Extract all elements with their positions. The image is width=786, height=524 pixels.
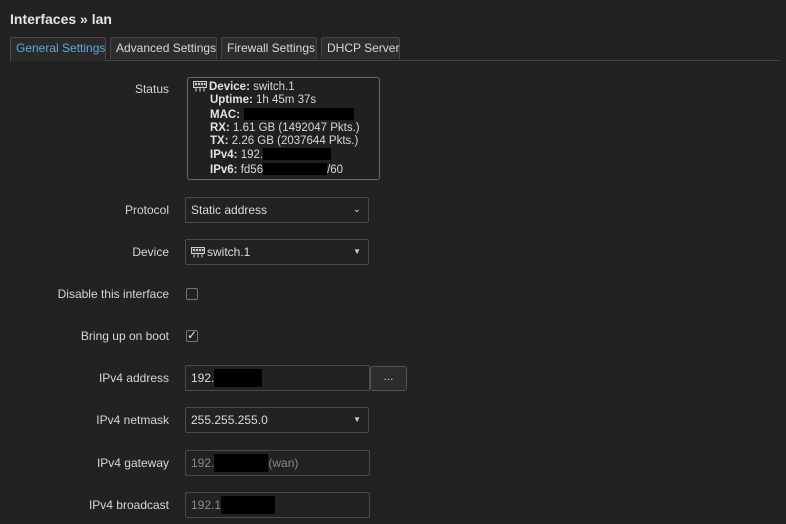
status-ipv6-prefix: fd56 bbox=[240, 163, 264, 176]
ipv4-address-label: IPv4 address bbox=[98, 371, 169, 385]
ipv4-gateway-label: IPv4 gateway bbox=[96, 456, 169, 470]
ipv4-broadcast-placeholder-prefix: 192.1 bbox=[191, 498, 222, 512]
protocol-select[interactable]: Static address ⌄ bbox=[185, 197, 369, 223]
ipv4-address-value: 192. bbox=[191, 371, 215, 385]
status-box: Device: switch.1 Uptime: 1h 45m 37s MAC:… bbox=[187, 77, 380, 180]
device-label: Device bbox=[132, 245, 169, 259]
ipv4-gateway-placeholder-suffix: (wan) bbox=[268, 456, 299, 470]
bring-up-on-boot-checkbox[interactable]: ✓ bbox=[186, 328, 198, 342]
status-rx-key: RX: bbox=[210, 121, 230, 134]
caret-down-icon: ▼ bbox=[353, 247, 361, 256]
device-select[interactable]: switch.1 ▼ bbox=[185, 239, 369, 265]
status-device-row: Device: switch.1 bbox=[193, 81, 379, 94]
device-value: switch.1 bbox=[207, 245, 251, 259]
redacted-ipv4-gateway bbox=[214, 454, 269, 472]
status-mac-row: MAC: bbox=[193, 107, 379, 122]
status-uptime-value: 1h 45m 37s bbox=[256, 94, 317, 107]
status-ipv6-row: IPv6: fd56/60 bbox=[193, 162, 379, 177]
tab-firewall-settings[interactable]: Firewall Settings bbox=[221, 37, 317, 59]
redacted-ipv4 bbox=[263, 148, 332, 161]
status-uptime-row: Uptime: 1h 45m 37s bbox=[193, 94, 379, 107]
ipv4-gateway-placeholder-prefix: 192. bbox=[191, 456, 215, 470]
ipv4-broadcast-input[interactable]: 192.1 bbox=[185, 492, 370, 518]
status-rx-row: RX: 1.61 GB (1492047 Pkts.) bbox=[193, 122, 379, 135]
status-ipv4-key: IPv4: bbox=[210, 149, 238, 162]
ipv4-broadcast-label: IPv4 broadcast bbox=[88, 498, 169, 512]
disable-interface-label: Disable this interface bbox=[57, 287, 169, 301]
redacted-ipv4-broadcast bbox=[221, 496, 276, 514]
chevron-down-icon: ⌄ bbox=[352, 204, 361, 215]
disable-interface-checkbox[interactable] bbox=[186, 288, 198, 300]
redacted-ipv6 bbox=[263, 162, 328, 175]
tab-dhcp-server[interactable]: DHCP Server bbox=[321, 37, 400, 59]
bring-up-on-boot-label: Bring up on boot bbox=[80, 329, 169, 343]
ipv4-address-input[interactable]: 192. bbox=[185, 365, 370, 391]
protocol-value: Static address bbox=[191, 203, 268, 217]
status-tx-value: 2.26 GB (2037644 Pkts.) bbox=[231, 135, 359, 148]
ipv4-address-more-button[interactable]: ... bbox=[370, 366, 407, 391]
status-label: Status bbox=[134, 82, 169, 96]
redacted-ipv4-address bbox=[214, 369, 263, 387]
status-tx-row: TX: 2.26 GB (2037644 Pkts.) bbox=[193, 135, 379, 148]
tab-general-settings[interactable]: General Settings bbox=[10, 37, 106, 61]
caret-down-icon: ▼ bbox=[353, 415, 361, 424]
network-switch-icon bbox=[193, 81, 207, 92]
ipv4-netmask-select[interactable]: 255.255.255.0 ▼ bbox=[185, 407, 369, 433]
tab-bar: General Settings Advanced Settings Firew… bbox=[10, 37, 780, 61]
protocol-label: Protocol bbox=[124, 203, 169, 217]
status-device-value: switch.1 bbox=[253, 81, 295, 93]
status-uptime-key: Uptime: bbox=[210, 94, 253, 107]
status-ipv6-suffix: /60 bbox=[327, 163, 344, 176]
status-ipv6-key: IPv6: bbox=[210, 163, 238, 176]
status-mac-key: MAC: bbox=[210, 108, 241, 121]
ipv4-netmask-value: 255.255.255.0 bbox=[191, 413, 268, 427]
page-title: Interfaces » lan bbox=[10, 11, 112, 27]
status-device-key: Device: bbox=[209, 81, 250, 93]
status-rx-value: 1.61 GB (1492047 Pkts.) bbox=[233, 121, 360, 134]
network-switch-icon bbox=[191, 247, 205, 258]
tab-advanced-settings[interactable]: Advanced Settings bbox=[110, 37, 217, 59]
status-tx-key: TX: bbox=[210, 135, 229, 148]
ipv4-gateway-input[interactable]: 192. (wan) bbox=[185, 450, 370, 476]
status-ipv4-row: IPv4: 192. bbox=[193, 148, 379, 162]
status-ipv4-value: 192. bbox=[240, 149, 264, 162]
ipv4-netmask-label: IPv4 netmask bbox=[96, 413, 169, 427]
checkmark-icon: ✓ bbox=[187, 328, 198, 342]
redacted-mac bbox=[244, 107, 355, 120]
